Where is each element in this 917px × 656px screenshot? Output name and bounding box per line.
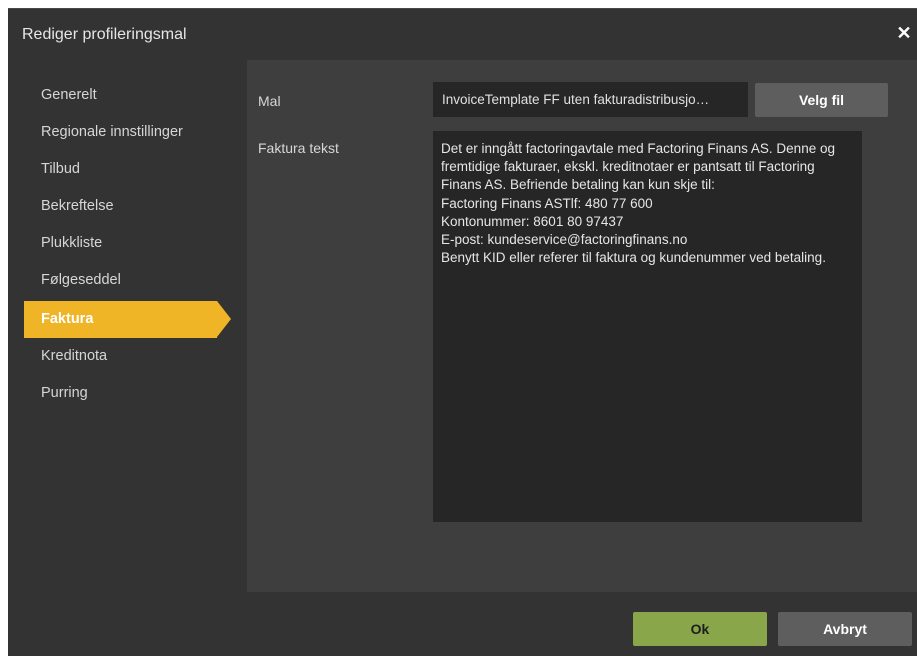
edit-profile-template-dialog: Rediger profileringsmal ✕ Generelt Regio…	[8, 8, 917, 656]
invoice-text-line: Finans AS. Befriende betaling kan kun sk…	[441, 177, 715, 193]
sidebar-item-faktura[interactable]: Faktura	[24, 301, 231, 338]
sidebar-item-kreditnota[interactable]: Kreditnota	[24, 338, 234, 375]
settings-panel: Mal InvoiceTemplate FF uten fakturadistr…	[247, 60, 917, 592]
invoice-text-line: Det er inngått factoringavtale med Facto…	[441, 141, 835, 156]
invoice-text-line: Benytt KID eller referer til faktura og …	[441, 250, 826, 266]
template-file-field[interactable]: InvoiceTemplate FF uten fakturadistribus…	[433, 82, 748, 117]
sidebar-item-tilbud[interactable]: Tilbud	[24, 151, 234, 188]
invoice-text-area[interactable]: Det er inngått factoringavtale med Facto…	[433, 131, 862, 522]
sidebar-item-bekreftelse[interactable]: Bekreftelse	[24, 188, 234, 225]
sidebar-item-folgeseddel[interactable]: Følgeseddel	[24, 262, 234, 299]
invoice-text-line: Kontonummer: 8601 80 97437	[441, 213, 624, 229]
choose-file-button[interactable]: Velg fil	[755, 83, 888, 117]
dialog-title: Rediger profileringsmal	[22, 26, 187, 43]
invoice-text-line: E-post: kundeservice@factoringfinans.no	[441, 232, 688, 248]
close-icon[interactable]: ✕	[895, 24, 913, 42]
ok-button[interactable]: Ok	[633, 612, 767, 646]
invoice-text-line: fremtidige fakturaer, ekskl. kreditnotae…	[441, 159, 815, 175]
dialog-titlebar: Rediger profileringsmal ✕	[8, 9, 917, 59]
sidebar-item-generelt[interactable]: Generelt	[24, 77, 234, 114]
cancel-button[interactable]: Avbryt	[778, 612, 912, 646]
sidebar-item-regionale-innstillinger[interactable]: Regionale innstillinger	[24, 114, 234, 151]
sidebar-item-purring[interactable]: Purring	[24, 375, 234, 412]
sidebar-nav: Generelt Regionale innstillinger Tilbud …	[24, 77, 234, 412]
invoice-text-label: Faktura tekst	[258, 140, 339, 156]
sidebar-item-plukkliste[interactable]: Plukkliste	[24, 225, 234, 262]
invoice-text-line: Factoring Finans ASTlf: 480 77 600	[441, 195, 653, 211]
template-label: Mal	[258, 93, 281, 109]
